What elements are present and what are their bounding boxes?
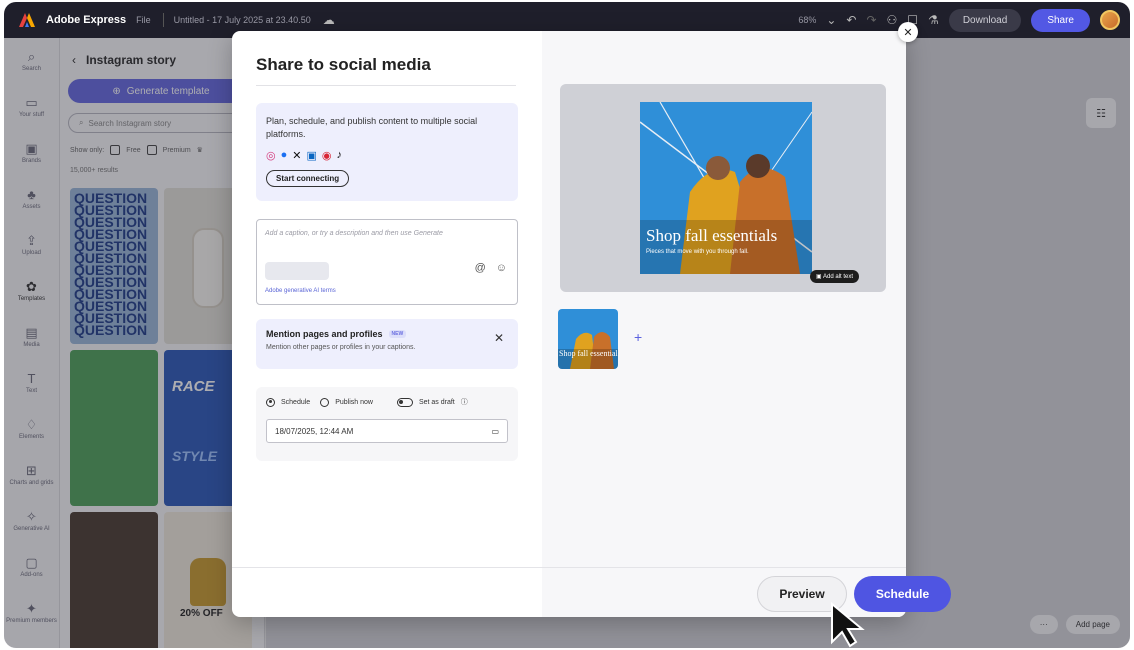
undo-icon[interactable]: ↶ <box>846 13 856 27</box>
generate-button[interactable] <box>265 262 329 280</box>
mention-card: Mention pages and profiles NEW Mention o… <box>256 319 518 369</box>
linkedin-icon: ▣ <box>306 150 317 162</box>
emoji-icon[interactable]: ☺ <box>496 262 507 274</box>
avatar[interactable] <box>1100 10 1120 30</box>
add-alt-text-button[interactable]: ▣ Add alt text <box>810 270 860 283</box>
mention-subtitle: Mention other pages or profiles in your … <box>266 344 416 351</box>
adobe-logo-icon <box>18 12 36 28</box>
post-subtitle: Pieces that move with you through fall. <box>646 249 749 255</box>
plan-card: Plan, schedule, and publish content to m… <box>256 103 518 201</box>
calendar-icon[interactable]: ▭ <box>491 427 499 436</box>
divider <box>256 85 516 86</box>
dialog-title: Share to social media <box>256 55 431 74</box>
image-icon: ▣ <box>816 274 824 280</box>
close-dialog-button[interactable]: ✕ <box>898 22 918 42</box>
chevron-down-icon[interactable]: ⌄ <box>826 13 836 27</box>
post-image: Shop fall essentials Pieces that move wi… <box>640 102 812 274</box>
brand-name: Adobe Express <box>46 14 127 26</box>
instagram-icon: ◎ <box>266 150 276 162</box>
mention-title-row: Mention pages and profiles NEW <box>266 329 508 339</box>
schedule-radio[interactable] <box>266 397 275 407</box>
zoom-level[interactable]: 68% <box>798 15 816 25</box>
x-icon: ✕ <box>292 150 302 162</box>
publish-now-radio[interactable] <box>320 397 330 407</box>
start-connecting-button[interactable]: Start connecting <box>266 170 350 187</box>
genai-terms-link[interactable]: Adobe generative AI terms <box>265 288 336 294</box>
plan-text: Plan, schedule, and publish content to m… <box>266 116 478 139</box>
document-title[interactable]: Untitled - 17 July 2025 at 23.40.50 <box>174 15 311 25</box>
topbar-actions: 68% ⌄ ↶ ↷ ⚇ ☐ ⚗ Download Share <box>798 8 1120 32</box>
collaborate-icon[interactable]: ⚇ <box>887 13 898 27</box>
flask-icon[interactable]: ⚗ <box>928 13 939 27</box>
schedule-options: Schedule Publish now Set as draft ⓘ <box>266 397 508 407</box>
add-page-icon[interactable]: + <box>634 329 642 345</box>
help-icon[interactable]: ⓘ <box>461 397 468 407</box>
divider <box>162 13 164 27</box>
post-title: Shop fall essentials <box>646 226 778 245</box>
dialog-form: Share to social media Plan, schedule, an… <box>232 31 524 617</box>
page-thumbnail[interactable]: Shop fall essentials <box>558 309 618 369</box>
post-preview: Shop fall essentials Pieces that move wi… <box>560 84 886 292</box>
date-value: 18/07/2025, 12:44 AM <box>275 426 354 436</box>
schedule-section: Schedule Publish now Set as draft ⓘ 18/0… <box>256 387 518 461</box>
social-icons: ◎ ● ✕ ▣ ◉ ♪ <box>266 149 508 162</box>
draft-toggle[interactable] <box>396 397 413 407</box>
caption-input[interactable]: Add a caption, or try a description and … <box>256 219 518 305</box>
pinterest-icon: ◉ <box>321 150 332 162</box>
footer-divider <box>232 567 906 568</box>
thumbnail-title: Shop fall essentials <box>559 349 618 358</box>
caption-tools: @ ☺ <box>475 262 507 274</box>
close-icon[interactable]: ✕ <box>494 331 504 345</box>
download-button[interactable]: Download <box>948 8 1022 32</box>
new-badge: NEW <box>388 330 407 338</box>
share-social-dialog: Share to social media Plan, schedule, an… <box>232 31 906 617</box>
cloud-icon: ☁ <box>322 13 335 27</box>
mention-icon[interactable]: @ <box>475 262 486 274</box>
redo-icon[interactable]: ↷ <box>866 13 876 27</box>
share-button[interactable]: Share <box>1031 8 1090 32</box>
preview-pane: Shop fall essentials Pieces that move wi… <box>542 31 906 617</box>
date-picker[interactable]: 18/07/2025, 12:44 AM ▭ <box>266 419 508 443</box>
close-icon: ✕ <box>903 26 913 39</box>
facebook-icon: ● <box>280 149 288 161</box>
caption-placeholder: Add a caption, or try a description and … <box>265 230 443 237</box>
mouse-cursor-icon <box>831 602 865 648</box>
tiktok-icon: ♪ <box>336 149 343 161</box>
file-menu[interactable]: File <box>136 15 151 25</box>
